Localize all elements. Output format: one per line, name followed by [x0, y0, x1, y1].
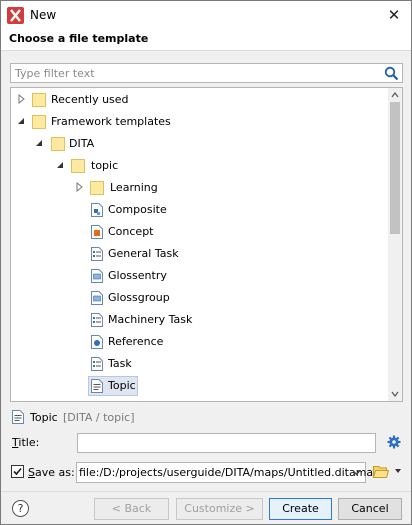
tree-item-label: Task — [108, 357, 132, 370]
title-bar: New ✕ — [1, 1, 411, 31]
create-button[interactable]: Create — [269, 498, 332, 520]
tree-item-label: Concept — [108, 225, 154, 238]
scroll-up-icon[interactable] — [391, 91, 399, 99]
task-doc-icon — [91, 357, 103, 371]
save-as-combo[interactable]: file:/D:/projects/userguide/DITA/maps/Un… — [76, 462, 380, 483]
filter-input[interactable] — [15, 65, 375, 81]
composite-doc-icon — [91, 203, 103, 217]
tree-item-label: General Task — [108, 247, 179, 260]
selected-template-name: Topic — [30, 411, 58, 424]
folder-icon — [71, 159, 85, 173]
tree-item-glossentry[interactable]: Glossentry — [11, 265, 389, 287]
tree-item-topic[interactable]: Topic — [11, 375, 389, 397]
title-label: Title: — [12, 436, 40, 449]
tree-item-label: DITA — [69, 137, 95, 150]
scroll-down-icon[interactable] — [391, 390, 399, 398]
glossary-doc-icon — [91, 291, 103, 305]
tree-item-task[interactable]: Task — [11, 353, 389, 375]
tree-item-topic-folder[interactable]: topic — [11, 155, 389, 177]
help-icon[interactable]: ? — [12, 500, 29, 517]
window-title: New — [30, 8, 57, 22]
tree-item-recently-used[interactable]: Recently used — [11, 89, 389, 111]
scrollbar-thumb[interactable] — [390, 102, 400, 234]
chevron-down-icon[interactable] — [55, 160, 65, 170]
back-button[interactable]: < Back — [94, 498, 169, 520]
topic-doc-icon — [12, 410, 24, 424]
filter-box — [10, 63, 403, 83]
tree-item-learning[interactable]: Learning — [11, 177, 389, 199]
dropdown-arrow-icon[interactable] — [395, 469, 401, 474]
tree-item-glossgroup[interactable]: Glossgroup — [11, 287, 389, 309]
close-icon[interactable]: ✕ — [385, 6, 403, 24]
tree-item-label: Glossgroup — [108, 291, 170, 304]
chevron-down-icon[interactable] — [34, 138, 44, 148]
tree-item-label: Topic — [108, 379, 136, 392]
chevron-right-icon[interactable] — [16, 94, 26, 104]
tree-item-label: Reference — [108, 335, 164, 348]
vertical-scrollbar[interactable] — [388, 88, 402, 401]
task-doc-icon — [91, 313, 103, 327]
concept-doc-icon — [91, 225, 103, 239]
tree-item-label: Glossentry — [108, 269, 167, 282]
tree-item-general-task[interactable]: General Task — [11, 243, 389, 265]
tree-item-dita[interactable]: DITA — [11, 133, 389, 155]
cancel-button[interactable]: Cancel — [338, 498, 402, 520]
folder-icon — [32, 115, 46, 129]
page-title: Choose a file template — [9, 32, 149, 45]
customize-button[interactable]: Customize > — [176, 498, 263, 520]
tree-item-composite[interactable]: Composite — [11, 199, 389, 221]
search-icon[interactable] — [384, 66, 399, 81]
folder-icon — [32, 93, 46, 107]
topic-doc-icon — [91, 379, 103, 393]
save-as-path: file:/D:/projects/userguide/DITA/maps/Un… — [79, 466, 381, 479]
reference-doc-icon — [91, 335, 103, 349]
tree-item-label: Machinery Task — [108, 313, 193, 326]
tree-item-label: topic — [91, 159, 119, 172]
chevron-right-icon[interactable] — [74, 182, 84, 192]
save-as-label: Save as: — [28, 466, 75, 479]
tree-item-label: Composite — [108, 203, 167, 216]
tree-item-reference[interactable]: Reference — [11, 331, 389, 353]
tree-item-label: Framework templates — [51, 115, 171, 128]
title-field[interactable] — [77, 433, 376, 453]
chevron-down-icon[interactable] — [352, 469, 361, 476]
folder-icon — [51, 137, 65, 151]
tree-item-concept[interactable]: Concept — [11, 221, 389, 243]
tree-item-label: Learning — [110, 181, 158, 194]
glossary-doc-icon — [91, 269, 103, 283]
chevron-down-icon[interactable] — [16, 116, 26, 126]
footer-divider — [1, 491, 411, 492]
gear-icon[interactable] — [387, 435, 401, 449]
tree-item-machinery-task[interactable]: Machinery Task — [11, 309, 389, 331]
template-tree: Recently used Framework templates DITA t… — [10, 87, 403, 402]
folder-icon — [90, 181, 104, 195]
dialog-header: Choose a file template — [1, 31, 411, 51]
folder-icon[interactable] — [373, 465, 389, 478]
task-doc-icon — [91, 247, 103, 261]
tree-item-label: Recently used — [51, 93, 129, 106]
tree-item-framework-templates[interactable]: Framework templates — [11, 111, 389, 133]
checkmark-icon — [13, 467, 22, 476]
new-file-dialog: New ✕ Choose a file template Recently us… — [0, 0, 412, 525]
save-as-checkbox[interactable] — [11, 465, 24, 478]
selected-template-path: [DITA / topic] — [63, 411, 135, 424]
oxygen-app-icon — [7, 7, 24, 24]
